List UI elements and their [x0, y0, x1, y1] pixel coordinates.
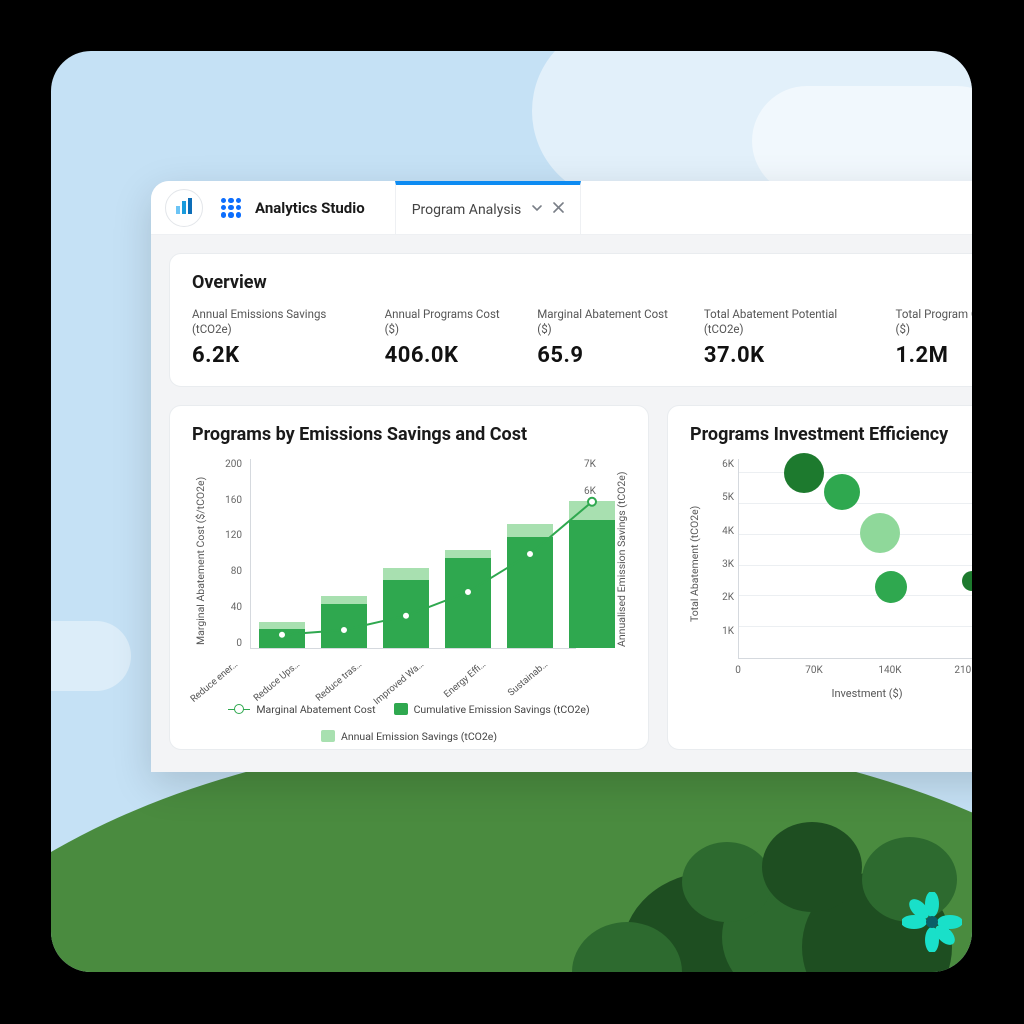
legend-dark-label: Cumulative Emission Savings (tCO2e) [414, 703, 590, 716]
chart-a-y-left-label: Marginal Abatement Cost ($/tCO2e) [194, 471, 207, 651]
tab-program-analysis[interactable]: Program Analysis [395, 181, 581, 234]
kpi-value: 406.0K [385, 343, 504, 368]
scene-background: Analytics Studio Program Analysis Overvi… [51, 51, 972, 972]
chart-b-title: Programs Investment Efficiency [690, 424, 972, 445]
bar-chart-icon [175, 197, 193, 219]
data-point[interactable] [860, 513, 900, 553]
legend-swatch-icon [321, 730, 335, 742]
overview-title: Overview [192, 272, 972, 293]
investment-efficiency-card: Programs Investment Efficiency Total Aba… [667, 405, 972, 750]
programs-savings-cost-card: Programs by Emissions Savings and Cost M… [169, 405, 649, 750]
chart-a-title: Programs by Emissions Savings and Cost [192, 424, 626, 445]
kpi-value: 37.0K [704, 343, 862, 368]
chart-a: Marginal Abatement Cost ($/tCO2e) Annual… [192, 459, 626, 719]
data-point[interactable] [962, 571, 972, 591]
kpi: Annual Emissions Savings (tCO2e) 6.2K [192, 307, 351, 368]
cloud-decoration [752, 86, 972, 196]
app-window: Analytics Studio Program Analysis Overvi… [151, 181, 972, 772]
kpi-label: Total Program Cost ($) [896, 307, 972, 337]
cloud-decoration [51, 621, 131, 691]
data-point[interactable] [875, 571, 907, 603]
legend-line-icon [228, 704, 250, 714]
legend-line-label: Marginal Abatement Cost [256, 703, 375, 716]
app-name: Analytics Studio [255, 199, 365, 217]
chart-a-legend: Marginal Abatement Cost Cumulative Emiss… [192, 703, 626, 743]
legend-swatch-icon [394, 703, 408, 715]
kpi: Annual Programs Cost ($) 406.0K [385, 307, 504, 368]
chart-b: Total Abatement (tCO2e) 6K5K4K3K2K1K 070… [690, 459, 972, 719]
data-point[interactable] [784, 453, 824, 493]
kpi-label: Annual Programs Cost ($) [385, 307, 504, 337]
kpi-value: 1.2M [896, 343, 972, 368]
top-bar: Analytics Studio Program Analysis [151, 181, 972, 235]
flower-icon [902, 892, 962, 952]
tab-label: Program Analysis [412, 202, 521, 218]
kpi-value: 6.2K [192, 343, 351, 368]
kpi: Total Program Cost ($) 1.2M [896, 307, 972, 368]
kpi: Total Abatement Potential (tCO2e) 37.0K [704, 307, 862, 368]
app-launcher-icon[interactable] [221, 198, 241, 218]
overview-card: Overview Annual Emissions Savings (tCO2e… [169, 253, 972, 387]
bush-decoration [602, 762, 972, 972]
kpi: Marginal Abatement Cost ($) 65.9 [537, 307, 670, 368]
kpi-label: Annual Emissions Savings (tCO2e) [192, 307, 351, 337]
chevron-down-icon[interactable] [531, 202, 543, 218]
kpi-value: 65.9 [537, 343, 670, 368]
analytics-logo[interactable] [165, 189, 203, 227]
kpi-label: Total Abatement Potential (tCO2e) [704, 307, 862, 337]
close-icon[interactable] [553, 202, 564, 217]
kpi-label: Marginal Abatement Cost ($) [537, 307, 670, 337]
data-point[interactable] [824, 474, 860, 510]
chart-b-x-label: Investment ($) [738, 687, 972, 700]
chart-b-y-label: Total Abatement (tCO2e) [688, 479, 701, 649]
legend-light-label: Annual Emission Savings (tCO2e) [341, 730, 497, 743]
